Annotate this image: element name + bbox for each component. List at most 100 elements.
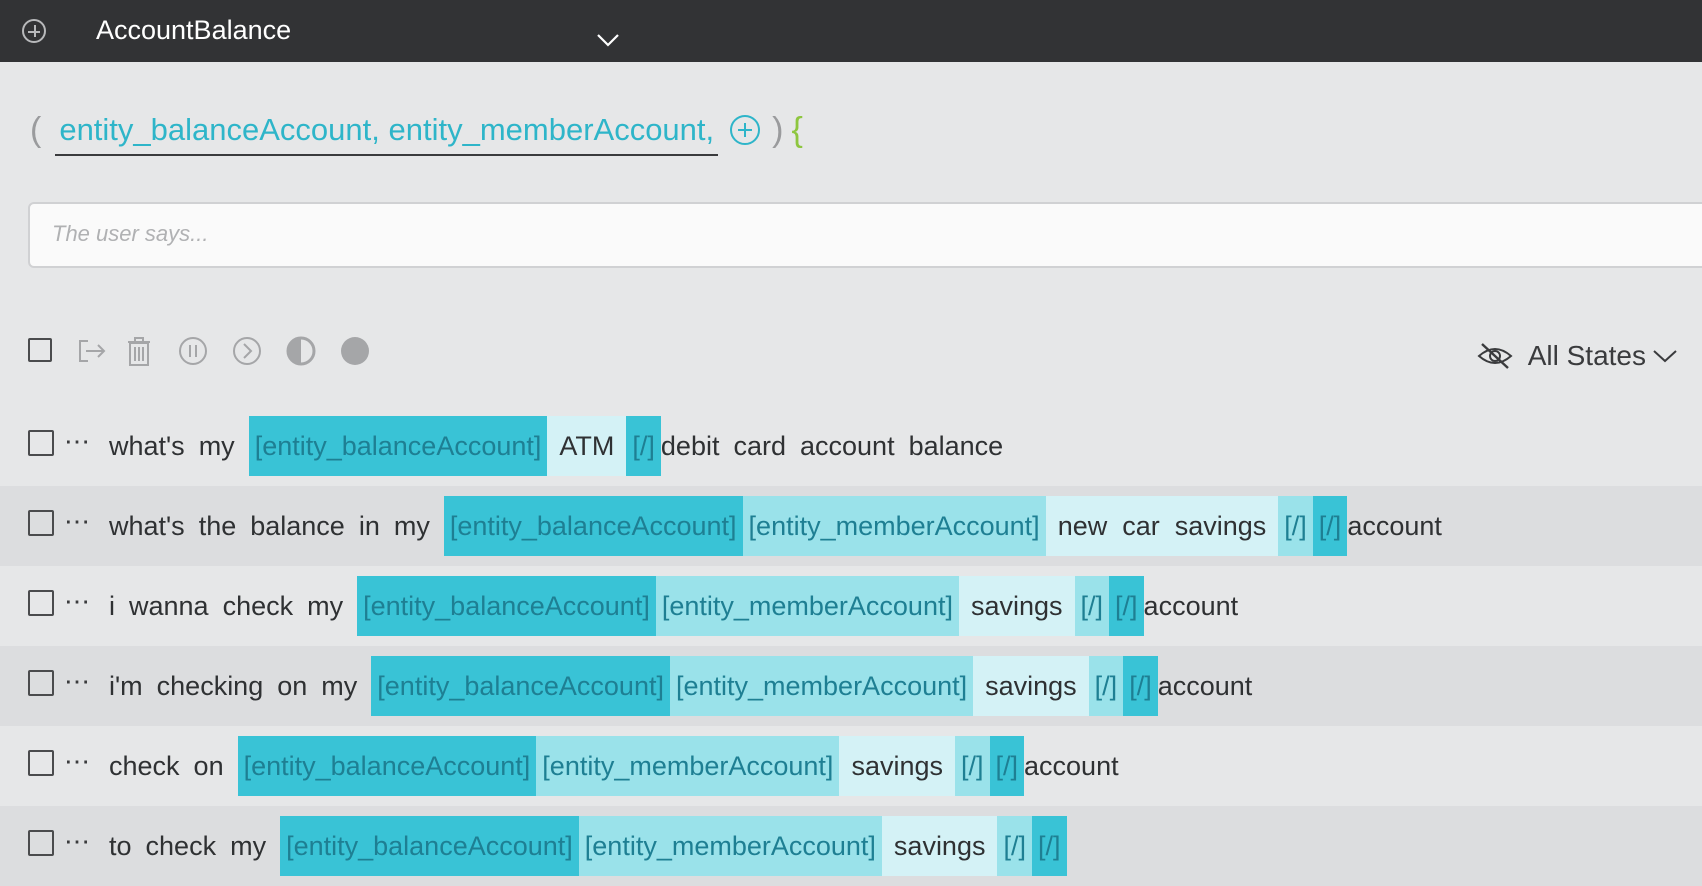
example-phrase[interactable]: i'm checking on my [entity_balanceAccount] [e… bbox=[109, 656, 1266, 716]
entity-close-tag[interactable]: [/] bbox=[954, 736, 990, 796]
training-examples-list: ⋯ what's my [entity_balanceAccount] ATM [/] de… bbox=[0, 406, 1702, 886]
row-checkbox[interactable] bbox=[28, 590, 54, 616]
entity-value-text[interactable]: savings bbox=[881, 816, 998, 876]
phrase-word: account bbox=[1024, 751, 1119, 781]
phrase-word: account bbox=[1143, 591, 1239, 621]
list-item[interactable]: ⋯ what's my [entity_balanceAccount] ATM [/] de… bbox=[0, 406, 1702, 486]
intent-parameters: ( entity_balanceAccount, entity_memberAc… bbox=[30, 100, 803, 160]
examples-toolbar: All States bbox=[26, 334, 1696, 372]
add-intent-icon[interactable] bbox=[22, 19, 46, 43]
row-checkbox[interactable] bbox=[28, 510, 54, 536]
open-paren: ( bbox=[30, 110, 42, 149]
more-options-icon[interactable]: ⋯ bbox=[64, 426, 91, 457]
phrase-word: check bbox=[145, 831, 217, 861]
chevron-down-icon bbox=[1653, 350, 1677, 363]
more-options-icon[interactable]: ⋯ bbox=[64, 506, 91, 537]
phrase-word: my bbox=[307, 591, 344, 621]
select-all-checkbox[interactable] bbox=[28, 338, 52, 362]
phrase-word: the bbox=[198, 511, 237, 541]
entity-member-tag[interactable]: [entity_memberAccount] bbox=[578, 816, 882, 876]
eye-off-icon[interactable] bbox=[1476, 341, 1514, 371]
entity-value-text[interactable]: new car savings bbox=[1045, 496, 1279, 556]
pause-icon[interactable] bbox=[176, 334, 210, 368]
phrase-word: my bbox=[198, 431, 235, 461]
phrase-word: i'm bbox=[109, 671, 143, 701]
close-paren: ) bbox=[772, 110, 784, 149]
entity-member-tag[interactable]: [entity_memberAccount] bbox=[536, 736, 840, 796]
more-options-icon[interactable]: ⋯ bbox=[64, 746, 91, 777]
phrase-word: to bbox=[109, 831, 132, 861]
entity-close-tag[interactable]: [/] bbox=[1312, 496, 1348, 556]
entity-close-tag[interactable]: [/] bbox=[1123, 656, 1158, 716]
phrase-word: i bbox=[109, 591, 115, 621]
entity-close-tag[interactable]: [/] bbox=[1074, 576, 1110, 636]
row-checkbox[interactable] bbox=[28, 830, 54, 856]
example-phrase[interactable]: what's the balance in my [entity_balanceAccou… bbox=[109, 496, 1456, 556]
example-phrase[interactable]: check on [entity_balanceAccount] [entity_me… bbox=[109, 736, 1133, 796]
top-bar: AccountBalance bbox=[0, 0, 1702, 62]
states-label: All States bbox=[1527, 340, 1646, 371]
list-item[interactable]: ⋯ what's the balance in my [entity_balanceAcco… bbox=[0, 486, 1702, 566]
entity-close-tag[interactable]: [/] bbox=[1109, 576, 1144, 636]
list-item[interactable]: ⋯ i'm checking on my [entity_balanceAccount][… bbox=[0, 646, 1702, 726]
parameter-entities-field[interactable]: entity_balanceAccount, entity_memberAcco… bbox=[55, 112, 719, 156]
entity-value-text[interactable]: ATM bbox=[547, 416, 627, 476]
phrase-word: card bbox=[733, 431, 786, 461]
entity-close-tag[interactable]: [/] bbox=[989, 736, 1025, 796]
phrase-word: check bbox=[109, 751, 180, 781]
row-checkbox[interactable] bbox=[28, 670, 54, 696]
entity-value-text[interactable]: savings bbox=[973, 656, 1089, 716]
phrase-word: my bbox=[230, 831, 267, 861]
example-phrase[interactable]: what's my [entity_balanceAccount] ATM [/] deb… bbox=[109, 416, 1017, 476]
entity-balance-tag[interactable]: [entity_balanceAccount] bbox=[280, 816, 579, 876]
phrase-word: on bbox=[193, 751, 224, 781]
entity-close-tag[interactable]: [/] bbox=[626, 416, 661, 476]
filled-circle-icon[interactable] bbox=[338, 334, 372, 368]
entity-member-tag[interactable]: [entity_memberAccount] bbox=[669, 656, 974, 716]
entity-member-tag[interactable]: [entity_memberAccount] bbox=[655, 576, 959, 636]
half-circle-icon[interactable] bbox=[284, 334, 318, 368]
row-checkbox[interactable] bbox=[28, 430, 54, 456]
phrase-word: account bbox=[1347, 511, 1442, 541]
more-options-icon[interactable]: ⋯ bbox=[64, 826, 91, 857]
entity-close-tag[interactable]: [/] bbox=[1031, 816, 1067, 876]
entity-balance-tag[interactable]: [entity_balanceAccount] bbox=[357, 576, 656, 636]
open-brace: { bbox=[791, 110, 803, 149]
list-item[interactable]: ⋯ check on [entity_balanceAccount] [entity_m… bbox=[0, 726, 1702, 806]
entity-close-tag[interactable]: [/] bbox=[1088, 656, 1124, 716]
entity-balance-tag[interactable]: [entity_balanceAccount] bbox=[371, 656, 670, 716]
list-item[interactable]: ⋯ i wanna check my [entity_balanceAccount] [en… bbox=[0, 566, 1702, 646]
states-filter[interactable]: All States bbox=[1476, 340, 1678, 372]
phrase-word: check bbox=[222, 591, 294, 621]
phrase-word: in bbox=[358, 511, 380, 541]
entity-balance-tag[interactable]: [entity_balanceAccount] bbox=[237, 736, 537, 796]
phrase-word: on bbox=[277, 671, 308, 701]
phrase-word: my bbox=[321, 671, 358, 701]
trash-icon[interactable] bbox=[122, 334, 156, 368]
entity-close-tag[interactable]: [/] bbox=[997, 816, 1032, 876]
user-says-input[interactable] bbox=[50, 220, 1454, 248]
entity-value-text[interactable]: savings bbox=[958, 576, 1075, 636]
entity-balance-tag[interactable]: [entity_balanceAccount] bbox=[248, 416, 548, 476]
phrase-word: checking bbox=[156, 671, 264, 701]
forward-icon[interactable] bbox=[230, 334, 264, 368]
entity-close-tag[interactable]: [/] bbox=[1278, 496, 1313, 556]
add-parameter-icon[interactable] bbox=[730, 115, 761, 145]
example-phrase[interactable]: i wanna check my [entity_balanceAccount] [ent… bbox=[109, 576, 1252, 636]
row-checkbox[interactable] bbox=[28, 750, 54, 776]
more-options-icon[interactable]: ⋯ bbox=[64, 666, 91, 697]
list-item[interactable]: ⋯ to check my [entity_balanceAccount] [entity… bbox=[0, 806, 1702, 886]
export-icon[interactable] bbox=[74, 334, 108, 368]
chevron-down-icon[interactable] bbox=[596, 30, 620, 50]
phrase-word: account bbox=[1157, 671, 1253, 701]
example-phrase[interactable]: to check my [entity_balanceAccount] [entity_… bbox=[109, 816, 1067, 876]
phrase-word: balance bbox=[250, 511, 345, 541]
phrase-word: account bbox=[800, 431, 895, 461]
phrase-word: what's bbox=[109, 431, 185, 461]
entity-member-tag[interactable]: [entity_memberAccount] bbox=[742, 496, 1046, 556]
user-says-box[interactable] bbox=[28, 202, 1702, 268]
entity-value-text[interactable]: savings bbox=[839, 736, 955, 796]
intent-title[interactable]: AccountBalance bbox=[96, 15, 291, 46]
entity-balance-tag[interactable]: [entity_balanceAccount] bbox=[443, 496, 743, 556]
more-options-icon[interactable]: ⋯ bbox=[64, 586, 91, 617]
